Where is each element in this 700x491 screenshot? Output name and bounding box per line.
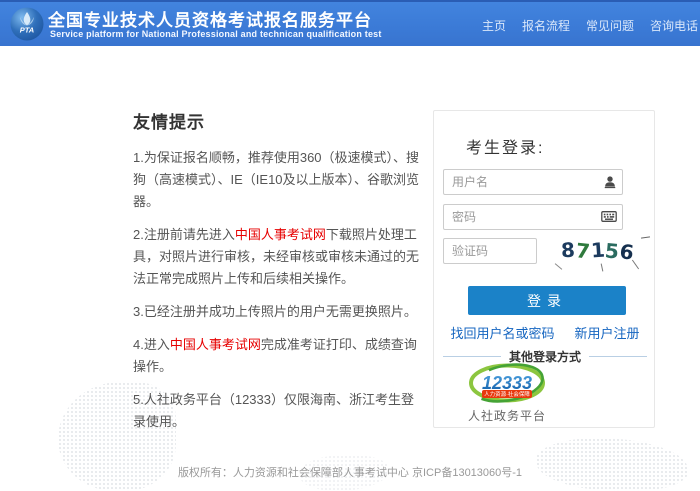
captcha-noise: [632, 260, 639, 270]
password-input[interactable]: [443, 204, 623, 230]
header-nav: 主页 报名流程 常见问题 咨询电话: [482, 2, 698, 48]
login-links: 找回用户名或密码 新用户注册: [443, 323, 647, 342]
password-field-wrap: [443, 204, 623, 230]
notice-item-2: 2.注册前请先进入中国人事考试网下载照片处理工具，对照片进行审核，未经审核或审核…: [133, 224, 425, 290]
nav-home[interactable]: 主页: [482, 17, 506, 34]
footer-copyright: 版权所有：人力资源和社会保障部人事考试中心 京ICP备13013060号-1: [0, 464, 700, 480]
cpta-link[interactable]: 中国人事考试网: [170, 337, 261, 352]
12333-logo-icon: 12333 人力资源·社会保障: [467, 363, 547, 407]
page: PTA 全国专业技术人员资格考试报名服务平台 Service platform …: [0, 0, 700, 491]
captcha-digit: 7: [574, 238, 591, 263]
register-link[interactable]: 新用户注册: [575, 323, 640, 342]
header: PTA 全国专业技术人员资格考试报名服务平台 Service platform …: [0, 0, 700, 46]
forgot-credentials-link[interactable]: 找回用户名或密码: [450, 323, 554, 342]
svg-text:PTA: PTA: [20, 26, 34, 35]
divider-line: [589, 356, 647, 357]
site-subtitle: Service platform for National Profession…: [50, 29, 382, 39]
svg-text:人力资源·社会保障: 人力资源·社会保障: [484, 390, 530, 398]
notice-section: 友情提示 1.为保证报名顺畅，推荐使用360（极速模式）、搜狗（高速模式）、IE…: [133, 108, 425, 444]
username-input[interactable]: [443, 169, 623, 195]
notice-text: 1.为保证报名顺畅，推荐使用360（极速模式）、搜狗（高速模式）、IE（IE10…: [133, 150, 419, 209]
notice-text: 3.已经注册并成功上传照片的用户无需更换照片。: [133, 304, 417, 319]
notice-item-1: 1.为保证报名顺畅，推荐使用360（极速模式）、搜狗（高速模式）、IE（IE10…: [133, 147, 425, 213]
notice-text: 5.人社政务平台（12333）仅限海南、浙江考生登录使用。: [133, 392, 414, 429]
notice-text: 2.注册前请先进入: [133, 227, 235, 242]
captcha-digit: 8: [560, 238, 576, 263]
notice-item-4: 4.进入中国人事考试网完成准考证打印、成绩查询操作。: [133, 334, 425, 378]
notice-text: 4.进入: [133, 337, 170, 352]
nav-process[interactable]: 报名流程: [522, 17, 570, 34]
login-panel: 考生登录:: [433, 110, 655, 428]
captcha-noise: [555, 263, 563, 270]
captcha-noise: [601, 263, 604, 271]
captcha-image[interactable]: 87156: [546, 234, 650, 266]
login-heading: 考生登录:: [466, 134, 544, 158]
notice-item-5: 5.人社政务平台（12333）仅限海南、浙江考生登录使用。: [133, 389, 425, 433]
site-logo[interactable]: PTA: [10, 7, 44, 41]
username-field-wrap: [443, 169, 623, 195]
captcha-field-wrap: [443, 238, 537, 264]
captcha-input[interactable]: [443, 238, 537, 264]
captcha-noise: [641, 236, 650, 238]
site-title: 全国专业技术人员资格考试报名服务平台: [48, 6, 372, 31]
12333-login-button[interactable]: 12333 人力资源·社会保障: [467, 363, 547, 412]
pta-logo-icon: PTA: [10, 7, 44, 41]
nav-faq[interactable]: 常见问题: [586, 17, 634, 34]
12333-caption: 人社政务平台: [468, 407, 546, 424]
nav-phone[interactable]: 咨询电话: [650, 17, 698, 34]
notice-item-3: 3.已经注册并成功上传照片的用户无需更换照片。: [133, 301, 425, 323]
login-button[interactable]: 登录: [468, 286, 626, 315]
cpta-link[interactable]: 中国人事考试网: [235, 227, 326, 242]
notice-heading: 友情提示: [133, 108, 425, 133]
divider-line: [443, 356, 501, 357]
